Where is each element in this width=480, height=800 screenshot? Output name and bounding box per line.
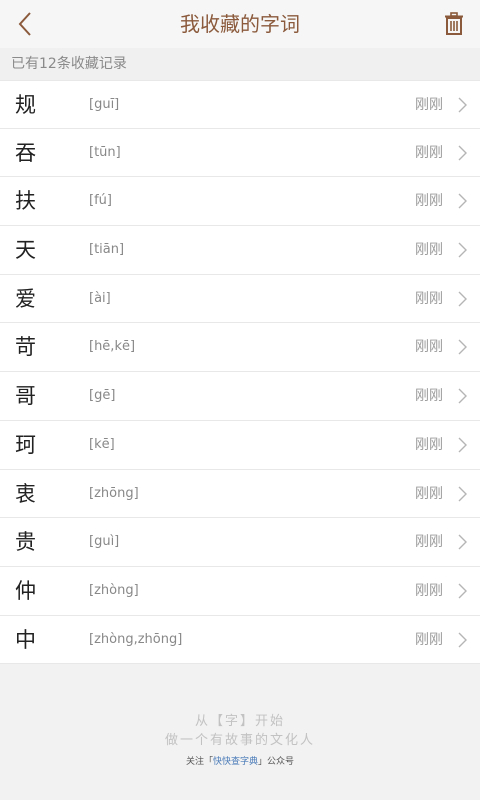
item-time: 刚刚 [415,193,443,210]
item-character: 扶 [15,189,36,214]
list-item[interactable]: 仲 [zhòng] 刚刚 [0,567,480,616]
item-pinyin: [ài] [89,290,111,306]
item-pinyin: [kē] [89,436,115,452]
list-item[interactable]: 规 [guī] 刚刚 [0,80,480,129]
favorites-list: 规 [guī] 刚刚吞 [tūn] 刚刚扶 [fú] 刚刚天 [tiān] 刚刚爱 [ài] 刚刚苛… [0,80,480,665]
follow-prefix: 关注「 [185,757,213,767]
item-pinyin: [tiān] [89,242,125,258]
item-time: 刚刚 [415,582,443,599]
item-time: 刚刚 [415,242,443,259]
top-bar: 我收藏的字词 [0,0,480,48]
item-time: 刚刚 [415,534,443,551]
item-pinyin: [hē,kē] [89,339,136,355]
follow-note: 关注「快快查字典」公众号 [0,754,480,770]
list-item[interactable]: 天 [tiān] 刚刚 [0,226,480,275]
item-time: 刚刚 [415,339,443,356]
item-pinyin: [zhòng] [89,582,139,598]
item-pinyin: [tūn] [89,144,121,160]
chevron-right-icon [458,145,467,161]
item-pinyin: [guì] [89,534,120,550]
item-pinyin: [guī] [89,97,120,112]
record-count-bar: 已有12条收藏记录 [0,48,480,80]
item-time: 刚刚 [415,144,443,161]
delete-all-button[interactable] [436,6,472,42]
chevron-right-icon [458,583,467,599]
item-pinyin: [zhòng,zhōng] [89,631,183,647]
chevron-right-icon [458,388,467,404]
footer-slogan: 从【字】开始 做一个有故事的文化人 关注「快快查字典」公众号 [0,712,480,770]
item-character: 天 [15,238,36,263]
list-item[interactable]: 珂 [kē] 刚刚 [0,421,480,470]
follow-suffix: 」公众号 [258,757,295,767]
item-character: 规 [15,93,36,117]
slogan-line-2: 做一个有故事的文化人 [164,733,315,748]
chevron-right-icon [458,534,467,550]
trash-icon [445,12,463,35]
item-time: 刚刚 [415,388,443,405]
chevron-right-icon [458,486,467,501]
item-character: 中 [15,627,36,652]
record-count-text: 已有12条收藏记录 [11,56,127,72]
list-item[interactable]: 吞 [tūn] 刚刚 [0,129,480,178]
item-time: 刚刚 [415,436,443,453]
list-item[interactable]: 衷 [zhōng] 刚刚 [0,470,480,519]
list-item[interactable]: 中 [zhòng,zhōng] 刚刚 [0,616,480,665]
item-time: 刚刚 [415,631,443,648]
item-character: 吞 [15,140,36,165]
chevron-right-icon [458,242,467,258]
chevron-right-icon [458,97,467,113]
chevron-right-icon [458,437,467,453]
list-item[interactable]: 爱 [ài] 刚刚 [0,275,480,324]
item-character: 贵 [15,530,36,555]
slogan-line-1: 从【字】开始 [194,714,285,729]
brand-name: 快快查字典 [212,757,258,767]
item-character: 衷 [15,481,36,506]
list-item[interactable]: 贵 [guì] 刚刚 [0,518,480,567]
page-title: 我收藏的字词 [180,12,300,36]
item-character: 苛 [15,335,36,360]
chevron-right-icon [458,193,467,209]
item-character: 爱 [15,286,36,311]
item-character: 珂 [15,432,36,457]
chevron-right-icon [458,632,467,648]
item-time: 刚刚 [415,97,443,113]
list-item[interactable]: 哥 [gē] 刚刚 [0,372,480,421]
item-time: 刚刚 [415,485,443,502]
item-time: 刚刚 [415,290,443,307]
chevron-right-icon [458,339,467,355]
item-pinyin: [fú] [89,193,112,209]
item-pinyin: [zhōng] [89,485,139,501]
chevron-right-icon [458,291,467,307]
item-character: 哥 [15,384,36,409]
item-character: 仲 [15,578,36,603]
list-item[interactable]: 苛 [hē,kē] 刚刚 [0,323,480,373]
item-pinyin: [gē] [89,388,116,404]
list-item[interactable]: 扶 [fú] 刚刚 [0,177,480,227]
